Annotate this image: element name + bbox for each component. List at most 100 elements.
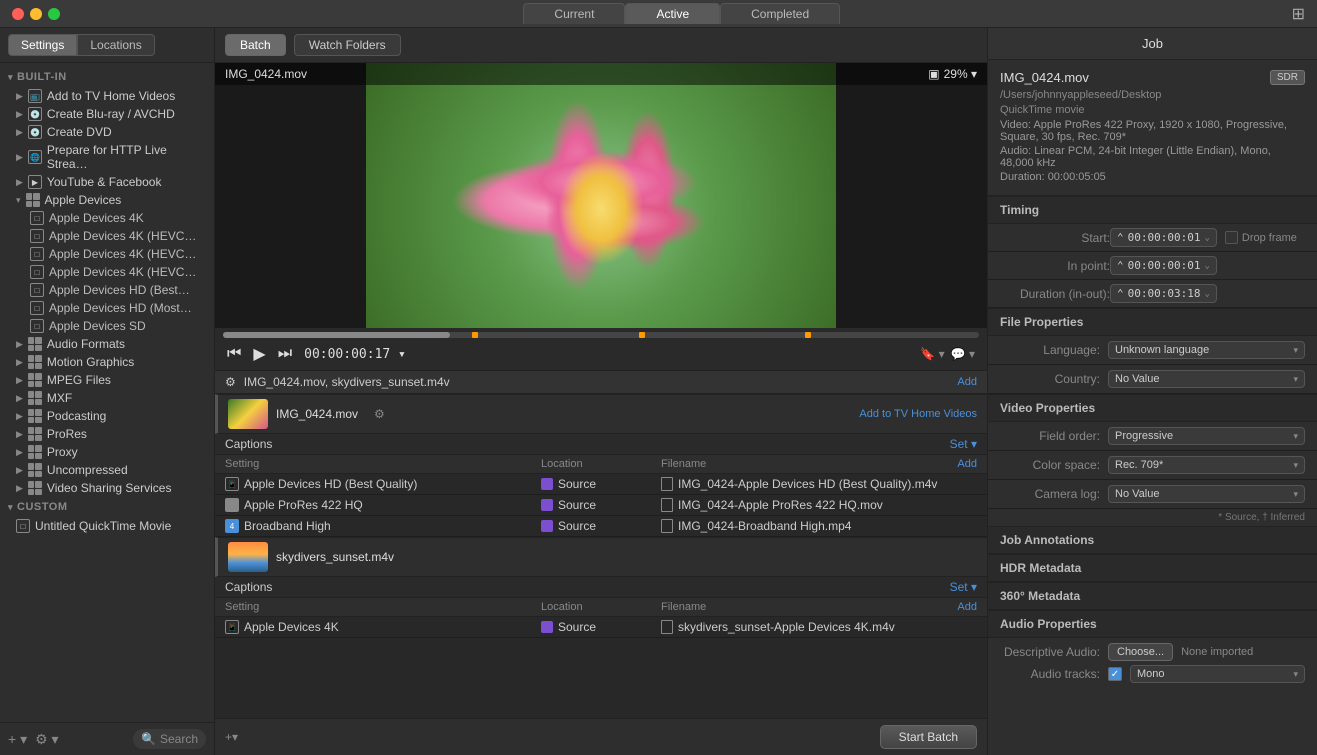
sidebar-subitem-4k-hevc2[interactable]: □ Apple Devices 4K (HEVC… [0, 245, 214, 263]
tab-completed[interactable]: Completed [720, 3, 840, 24]
audio-tracks-select[interactable]: Mono ▾ [1130, 665, 1305, 683]
bookmark-icon[interactable]: 🔖 ▾ [920, 347, 944, 361]
sidebar-item-youtube[interactable]: ▶ ▶ YouTube & Facebook [0, 173, 214, 191]
maximize-button[interactable] [48, 8, 60, 20]
sidebar-item-http[interactable]: ▶ 🌐 Prepare for HTTP Live Strea… [0, 141, 214, 173]
start-batch-button[interactable]: Start Batch [880, 725, 977, 749]
sidebar-item-audio-formats[interactable]: ▶ Audio Formats [0, 335, 214, 353]
sidebar-subitem-hd-most[interactable]: □ Apple Devices HD (Most… [0, 299, 214, 317]
batch-item-1-gear[interactable]: ⚙ [374, 407, 385, 421]
go-to-start-button[interactable]: ⏮ [227, 345, 241, 363]
sidebar-item-proxy[interactable]: ▶ Proxy [0, 443, 214, 461]
sidebar-bottom: + ▾ ⚙ ▾ 🔍 Search [0, 722, 214, 755]
batch-item-2-info: skydivers_sunset.m4v [228, 542, 977, 572]
sidebar-item-uncompressed[interactable]: ▶ Uncompressed [0, 461, 214, 479]
color-space-select[interactable]: Rec. 709* ▾ [1108, 456, 1305, 474]
expand-arrow: ▶ [16, 483, 23, 494]
job-annotations-section[interactable]: Job Annotations [988, 526, 1317, 554]
batch-item-1-action[interactable]: Add to TV Home Videos [859, 408, 977, 420]
section-builtin[interactable]: ▾ BUILT-IN [0, 67, 214, 87]
item-icon [28, 373, 42, 387]
sidebar-subitem-4k-hevc1[interactable]: □ Apple Devices 4K (HEVC… [0, 227, 214, 245]
sidebar-tab-settings[interactable]: Settings [8, 34, 77, 56]
file-info: IMG_0424.mov SDR /Users/johnnyappleseed/… [988, 60, 1317, 196]
batch-button[interactable]: Batch [225, 34, 286, 56]
sidebar-item-dvd[interactable]: ▶ 💿 Create DVD [0, 123, 214, 141]
minimize-button[interactable] [30, 8, 42, 20]
item-icon: □ [30, 283, 44, 297]
sidebar-item-mxf[interactable]: ▶ MXF [0, 389, 214, 407]
comment-icon[interactable]: 💬 ▾ [951, 347, 975, 361]
center-area: Batch Watch Folders IMG_0424.mov ▣ 29% ▾ [215, 28, 987, 755]
timing-in-value[interactable]: ⌃ 00:00:00:01 ⌄ [1110, 256, 1217, 275]
preview-zoom[interactable]: ▣ 29% ▾ [928, 67, 977, 81]
expand-arrow: ▶ [16, 447, 23, 458]
batch-add-button[interactable]: Add [957, 376, 977, 388]
expand-arrow: ▾ [16, 195, 21, 206]
table-add-1[interactable]: Add [957, 458, 977, 470]
field-order-select[interactable]: Progressive ▾ [1108, 427, 1305, 445]
main-layout: Settings Locations ▾ BUILT-IN ▶ 📺 Add to… [0, 28, 1317, 755]
sidebar-item-bluray[interactable]: ▶ 💿 Create Blu-ray / AVCHD [0, 105, 214, 123]
table-add-2[interactable]: Add [957, 601, 977, 613]
audio-tracks-row: Audio tracks: ✓ Mono ▾ [1000, 665, 1305, 683]
table-row-1-1[interactable]: 📱 Apple Devices HD (Best Quality) Source… [215, 474, 987, 495]
sidebar-item-video-sharing[interactable]: ▶ Video Sharing Services [0, 479, 214, 497]
gear-button[interactable]: ⚙ ▾ [35, 731, 58, 748]
timing-duration-value[interactable]: ⌃ 00:00:03:18 ⌄ [1110, 284, 1217, 303]
sidebar-item-motion-graphics[interactable]: ▶ Motion Graphics [0, 353, 214, 371]
sidebar-subitem-sd[interactable]: □ Apple Devices SD [0, 317, 214, 335]
sidebar-subitem-4k-hevc3[interactable]: □ Apple Devices 4K (HEVC… [0, 263, 214, 281]
camera-log-select[interactable]: No Value ▾ [1108, 485, 1305, 503]
audio-checkbox[interactable]: ✓ [1108, 667, 1122, 681]
scrubber[interactable] [223, 332, 979, 338]
video-preview-image [366, 63, 836, 328]
add-button[interactable]: + ▾ [8, 731, 27, 748]
timing-section: Timing [988, 196, 1317, 224]
set-button-1[interactable]: Set ▾ [950, 437, 977, 451]
row-setting-1-2: Apple ProRes 422 HQ [225, 498, 541, 512]
camera-log-row: Camera log: No Value ▾ [988, 480, 1317, 509]
timing-start-value[interactable]: ⌃ 00:00:00:01 ⌄ [1110, 228, 1217, 247]
sidebar-item-apple-devices[interactable]: ▾ Apple Devices [0, 191, 214, 209]
custom-label: CUSTOM [17, 501, 67, 513]
chevron-down-icon: ⌄ [1204, 261, 1209, 271]
batch-files-label: IMG_0424.mov, skydivers_sunset.m4v [244, 375, 450, 389]
sidebar-item-add-tv[interactable]: ▶ 📺 Add to TV Home Videos [0, 87, 214, 105]
table-row-1-3[interactable]: 4 Broadband High Source IMG_0424-Broadba… [215, 516, 987, 537]
sidebar-item-mpeg[interactable]: ▶ MPEG Files [0, 371, 214, 389]
search-bar[interactable]: 🔍 Search [133, 729, 206, 749]
sidebar-tab-locations[interactable]: Locations [77, 34, 154, 56]
360-metadata-section[interactable]: 360° Metadata [988, 582, 1317, 610]
close-button[interactable] [12, 8, 24, 20]
hdr-metadata-section[interactable]: HDR Metadata [988, 554, 1317, 582]
item-icon: □ [30, 229, 44, 243]
location-icon [541, 621, 553, 633]
right-panel: Job IMG_0424.mov SDR /Users/johnnyapples… [987, 28, 1317, 755]
layout-icon[interactable]: ⊞ [1292, 6, 1305, 23]
item-icon [28, 445, 42, 459]
drop-frame-checkbox[interactable] [1225, 231, 1238, 244]
file-info-header: IMG_0424.mov SDR [1000, 70, 1305, 85]
go-to-end-button[interactable]: ⏭ [278, 345, 292, 363]
camera-log-value: No Value [1115, 488, 1159, 500]
sidebar-item-untitled[interactable]: □ Untitled QuickTime Movie [0, 517, 214, 535]
country-label: Country: [1000, 372, 1100, 386]
country-select[interactable]: No Value ▾ [1108, 370, 1305, 388]
play-button[interactable]: ▶ [253, 344, 265, 364]
tab-active[interactable]: Active [625, 3, 720, 24]
table-row-1-2[interactable]: Apple ProRes 422 HQ Source IMG_0424-Appl… [215, 495, 987, 516]
sidebar-item-podcasting[interactable]: ▶ Podcasting [0, 407, 214, 425]
section-custom[interactable]: ▾ CUSTOM [0, 497, 214, 517]
table-row-2-1[interactable]: 📱 Apple Devices 4K Source skydivers_suns… [215, 617, 987, 638]
sidebar-subitem-hd-best[interactable]: □ Apple Devices HD (Best… [0, 281, 214, 299]
row-filename-2-1: skydivers_sunset-Apple Devices 4K.m4v [661, 620, 977, 634]
sidebar-subitem-4k[interactable]: □ Apple Devices 4K [0, 209, 214, 227]
watch-folders-button[interactable]: Watch Folders [294, 34, 401, 56]
add-item-button[interactable]: +▾ [225, 730, 238, 744]
sidebar-item-prores[interactable]: ▶ ProRes [0, 425, 214, 443]
language-select[interactable]: Unknown language ▾ [1108, 341, 1305, 359]
tab-current[interactable]: Current [523, 3, 625, 24]
set-button-2[interactable]: Set ▾ [950, 580, 977, 594]
choose-button[interactable]: Choose... [1108, 643, 1173, 661]
